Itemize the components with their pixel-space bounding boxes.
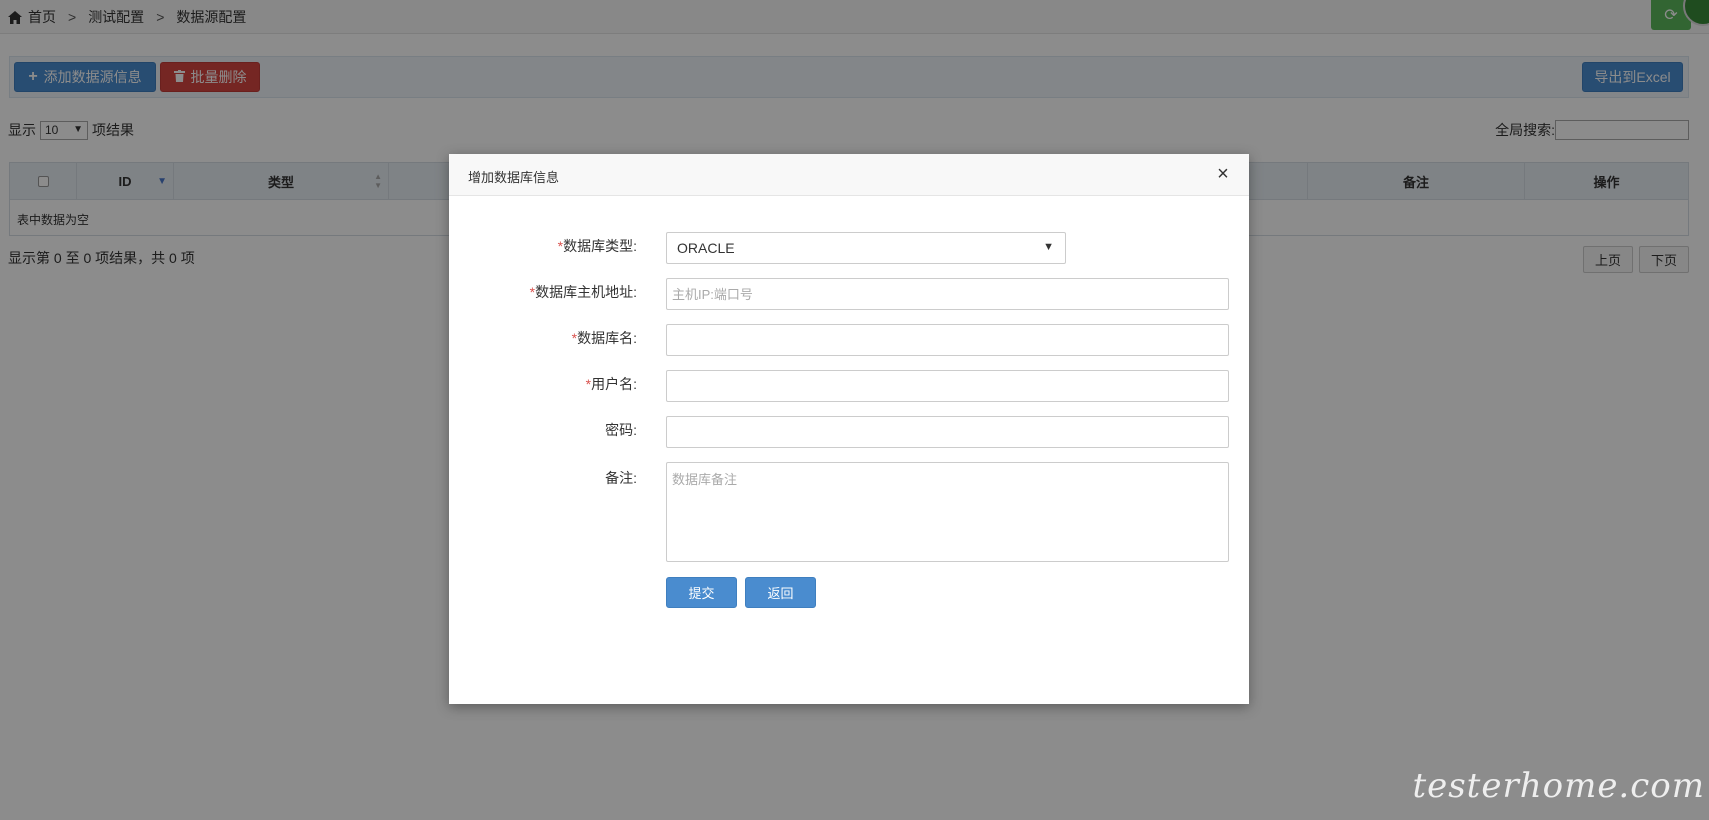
host-label: *数据库主机地址: — [530, 282, 637, 302]
username-input[interactable] — [666, 370, 1229, 402]
host-input[interactable] — [666, 278, 1229, 310]
back-button[interactable]: 返回 — [745, 577, 816, 608]
remark-label: 备注: — [605, 470, 637, 486]
add-database-modal: 增加数据库信息 × *数据库类型: ORACLE ▼ *数据库主机地址: *数据… — [449, 154, 1249, 704]
db-type-select[interactable]: ORACLE ▼ — [666, 232, 1066, 264]
db-type-value: ORACLE — [677, 240, 735, 256]
db-name-label-text: 数据库名: — [577, 330, 637, 346]
modal-header: 增加数据库信息 × — [449, 154, 1249, 196]
host-label-text: 数据库主机地址: — [535, 284, 637, 300]
modal-title: 增加数据库信息 — [468, 170, 560, 185]
db-type-label-text: 数据库类型: — [563, 238, 637, 254]
chevron-down-icon: ▼ — [1043, 241, 1054, 253]
password-label: 密码: — [605, 422, 637, 438]
db-name-label: *数据库名: — [572, 328, 637, 348]
close-icon[interactable]: × — [1213, 164, 1233, 184]
username-label: *用户名: — [586, 374, 637, 394]
db-type-label: *数据库类型: — [558, 236, 637, 256]
username-label-text: 用户名: — [591, 376, 637, 392]
password-input[interactable] — [666, 416, 1229, 448]
db-name-input[interactable] — [666, 324, 1229, 356]
submit-button[interactable]: 提交 — [666, 577, 737, 608]
remark-textarea[interactable] — [666, 462, 1229, 562]
watermark: testerhome.com — [1412, 766, 1705, 806]
